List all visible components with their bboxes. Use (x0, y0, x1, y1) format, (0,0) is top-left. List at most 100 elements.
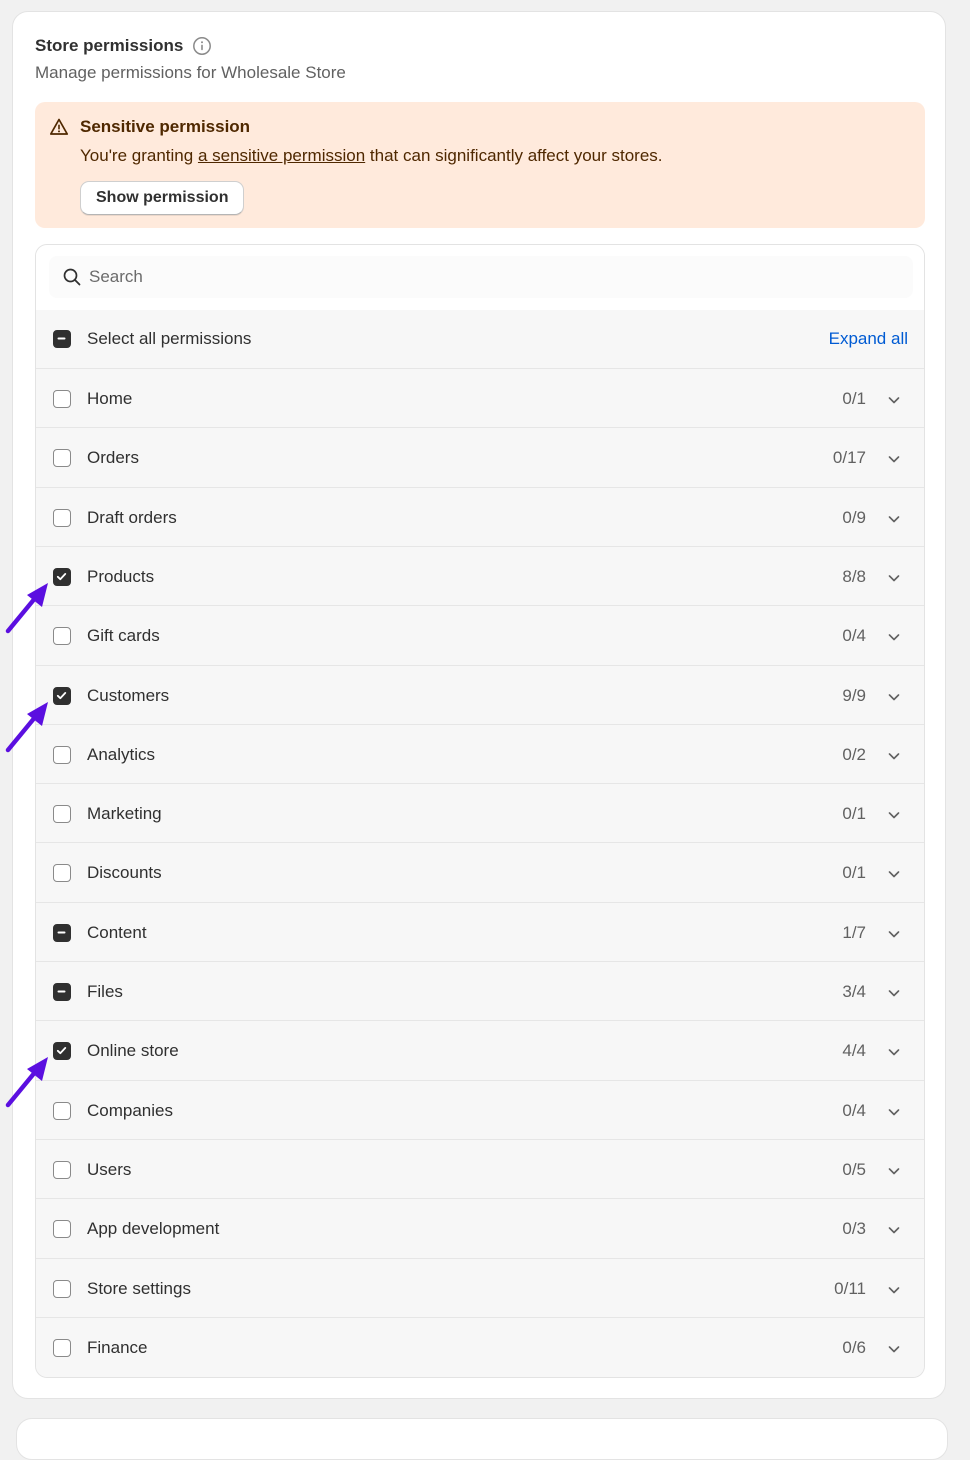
chevron-down-icon[interactable] (886, 1222, 902, 1238)
permission-label: Finance (87, 1338, 148, 1357)
permission-row[interactable]: Users 0/5 (36, 1140, 924, 1199)
permission-checkbox[interactable] (53, 983, 71, 1001)
permission-checkbox[interactable] (53, 687, 71, 705)
permission-count: 0/6 (842, 1338, 866, 1357)
permission-count: 9/9 (842, 686, 866, 705)
page-subtitle: Manage permissions for Wholesale Store (35, 63, 346, 82)
chevron-down-icon[interactable] (886, 985, 902, 1001)
permission-row[interactable]: Analytics 0/2 (36, 725, 924, 784)
permission-row[interactable]: Products 8/8 (36, 547, 924, 606)
banner-text-after: that can significantly affect your store… (365, 146, 663, 165)
permission-label: Online store (87, 1041, 179, 1060)
permission-row[interactable]: Companies 0/4 (36, 1081, 924, 1140)
permission-checkbox[interactable] (53, 746, 71, 764)
permission-label: Draft orders (87, 508, 177, 527)
permission-label: Store settings (87, 1279, 191, 1298)
permission-row[interactable]: App development 0/3 (36, 1199, 924, 1259)
permission-checkbox[interactable] (53, 1280, 71, 1298)
permission-checkbox[interactable] (53, 1102, 71, 1120)
show-permission-button[interactable]: Show permission (80, 181, 245, 215)
permission-checkbox[interactable] (53, 1339, 71, 1357)
chevron-down-icon[interactable] (886, 748, 902, 764)
card-header: Store permissions (35, 36, 212, 56)
permission-count: 0/4 (842, 1101, 866, 1120)
banner-text: You're granting a sensitive permission t… (80, 146, 663, 166)
permission-label: Home (87, 389, 133, 408)
permission-row[interactable]: Files 3/4 (36, 962, 924, 1021)
permission-label: Users (87, 1160, 132, 1179)
permission-count: 0/9 (842, 508, 866, 527)
chevron-down-icon[interactable] (886, 1341, 902, 1357)
permission-checkbox[interactable] (53, 390, 71, 408)
chevron-down-icon[interactable] (886, 866, 902, 882)
permission-label: App development (87, 1219, 220, 1238)
permission-row[interactable]: Discounts 0/1 (36, 843, 924, 903)
permission-label: Products (87, 567, 155, 586)
chevron-down-icon[interactable] (886, 807, 902, 823)
permission-count: 0/3 (842, 1219, 866, 1238)
permission-checkbox[interactable] (53, 1220, 71, 1238)
sensitive-permission-link[interactable]: a sensitive permission (198, 146, 365, 165)
search-input[interactable] (89, 256, 889, 298)
expand-all-link[interactable]: Expand all (829, 329, 908, 349)
chevron-down-icon[interactable] (886, 451, 902, 467)
permission-row[interactable]: Online store 4/4 (36, 1021, 924, 1081)
annotation-arrow-icon (2, 581, 52, 637)
permission-count: 0/1 (842, 804, 866, 823)
permission-checkbox[interactable] (53, 805, 71, 823)
permission-label: Discounts (87, 863, 162, 882)
permission-checkbox[interactable] (53, 509, 71, 527)
next-card (16, 1418, 948, 1460)
search-icon (62, 267, 82, 287)
permission-checkbox[interactable] (53, 1161, 71, 1179)
permission-count: 3/4 (842, 982, 866, 1001)
permission-label: Marketing (87, 804, 162, 823)
sensitive-permission-banner: Sensitive permission You're granting a s… (35, 102, 925, 228)
permission-checkbox[interactable] (53, 864, 71, 882)
chevron-down-icon[interactable] (886, 570, 902, 586)
annotation-arrow-icon (2, 1055, 52, 1111)
permission-row[interactable]: Content 1/7 (36, 903, 924, 962)
permission-checkbox[interactable] (53, 1042, 71, 1060)
warning-icon (49, 117, 69, 137)
banner-title: Sensitive permission (80, 117, 251, 136)
chevron-down-icon[interactable] (886, 926, 902, 942)
permissions-panel: Select all permissions Expand all Home 0/… (35, 244, 925, 1378)
permission-row[interactable]: Home 0/1 (36, 369, 924, 428)
permission-row[interactable]: Orders 0/17 (36, 428, 924, 488)
permission-checkbox[interactable] (53, 924, 71, 942)
permission-count: 1/7 (842, 923, 866, 942)
chevron-down-icon[interactable] (886, 511, 902, 527)
chevron-down-icon[interactable] (886, 1104, 902, 1120)
info-icon[interactable] (192, 36, 212, 56)
banner-text-before: You're granting (80, 146, 198, 165)
permission-row[interactable]: Draft orders 0/9 (36, 488, 924, 547)
permission-checkbox[interactable] (53, 627, 71, 645)
permission-label: Companies (87, 1101, 173, 1120)
chevron-down-icon[interactable] (886, 689, 902, 705)
permission-count: 0/1 (842, 389, 866, 408)
permission-label: Analytics (87, 745, 156, 764)
permission-row[interactable]: Gift cards 0/4 (36, 606, 924, 666)
permission-label: Orders (87, 448, 139, 467)
permission-count: 4/4 (842, 1041, 866, 1060)
search-area (36, 245, 924, 311)
search-box[interactable] (49, 256, 913, 298)
chevron-down-icon[interactable] (886, 392, 902, 408)
permission-checkbox[interactable] (53, 568, 71, 586)
chevron-down-icon[interactable] (886, 1163, 902, 1179)
permission-checkbox[interactable] (53, 449, 71, 467)
permission-row[interactable]: Marketing 0/1 (36, 784, 924, 843)
chevron-down-icon[interactable] (886, 1044, 902, 1060)
chevron-down-icon[interactable] (886, 1282, 902, 1298)
chevron-down-icon[interactable] (886, 629, 902, 645)
permission-count: 0/5 (842, 1160, 866, 1179)
select-all-checkbox[interactable] (53, 330, 71, 348)
select-all-row[interactable]: Select all permissions Expand all (36, 310, 924, 369)
store-permissions-card: Store permissions Manage permissions for… (12, 11, 946, 1399)
permission-label: Customers (87, 686, 170, 705)
permission-row[interactable]: Finance 0/6 (36, 1318, 924, 1377)
permission-row[interactable]: Store settings 0/11 (36, 1259, 924, 1318)
permission-count: 0/11 (834, 1279, 866, 1298)
permission-row[interactable]: Customers 9/9 (36, 666, 924, 725)
